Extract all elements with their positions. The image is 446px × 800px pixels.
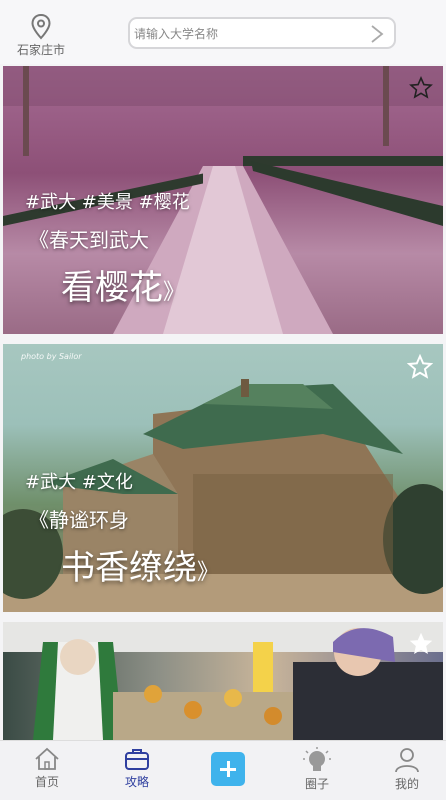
top-header: 石家庄市 — [0, 0, 446, 64]
tab-circle-label: 圈子 — [304, 777, 329, 791]
star-icon[interactable] — [407, 354, 433, 380]
card-title-line2: 看樱花》 — [61, 268, 186, 308]
chevron-right-icon[interactable] — [370, 25, 384, 43]
tab-mine[interactable]: 我的 — [372, 747, 442, 792]
star-icon[interactable] — [409, 76, 433, 100]
search-input[interactable] — [132, 26, 366, 42]
lightbulb-icon — [303, 747, 331, 771]
canteen-photo — [3, 622, 443, 740]
tab-home-label: 首页 — [34, 775, 59, 789]
photo-watermark: photo by Sailor — [21, 352, 82, 361]
article-card[interactable]: photo by Sailor #武大 #文化 《静谧环身 书香缭绕》 — [3, 344, 443, 612]
city-label: 石家庄市 — [16, 43, 65, 57]
tab-home[interactable]: 首页 — [12, 747, 82, 790]
card-title-line1: 《静谧环身 — [29, 508, 129, 532]
location-selector[interactable]: 石家庄市 — [10, 14, 72, 58]
search-box[interactable] — [128, 17, 396, 49]
article-card[interactable]: #武大 #美景 #樱花 《春天到武大 看樱花》 — [3, 66, 443, 334]
home-icon — [35, 747, 59, 770]
star-icon[interactable] — [409, 632, 433, 656]
tab-guide[interactable]: 攻略 — [102, 747, 172, 790]
tab-circle[interactable]: 圈子 — [282, 747, 352, 792]
article-card[interactable] — [3, 622, 443, 740]
plus-icon[interactable] — [211, 752, 245, 786]
bottom-tab-bar: 首页 攻略 圈子 我的 — [0, 740, 446, 800]
card-title-line2: 书香缭绕》 — [61, 548, 220, 588]
location-pin-icon — [31, 14, 51, 40]
tab-guide-label: 攻略 — [124, 775, 149, 789]
tab-mine-label: 我的 — [394, 777, 419, 791]
card-tags: #武大 #文化 — [25, 472, 133, 493]
user-icon — [395, 748, 419, 773]
card-tags: #武大 #美景 #樱花 — [25, 192, 190, 213]
card-title-line1: 《春天到武大 — [29, 228, 149, 252]
briefcase-icon — [125, 749, 149, 770]
